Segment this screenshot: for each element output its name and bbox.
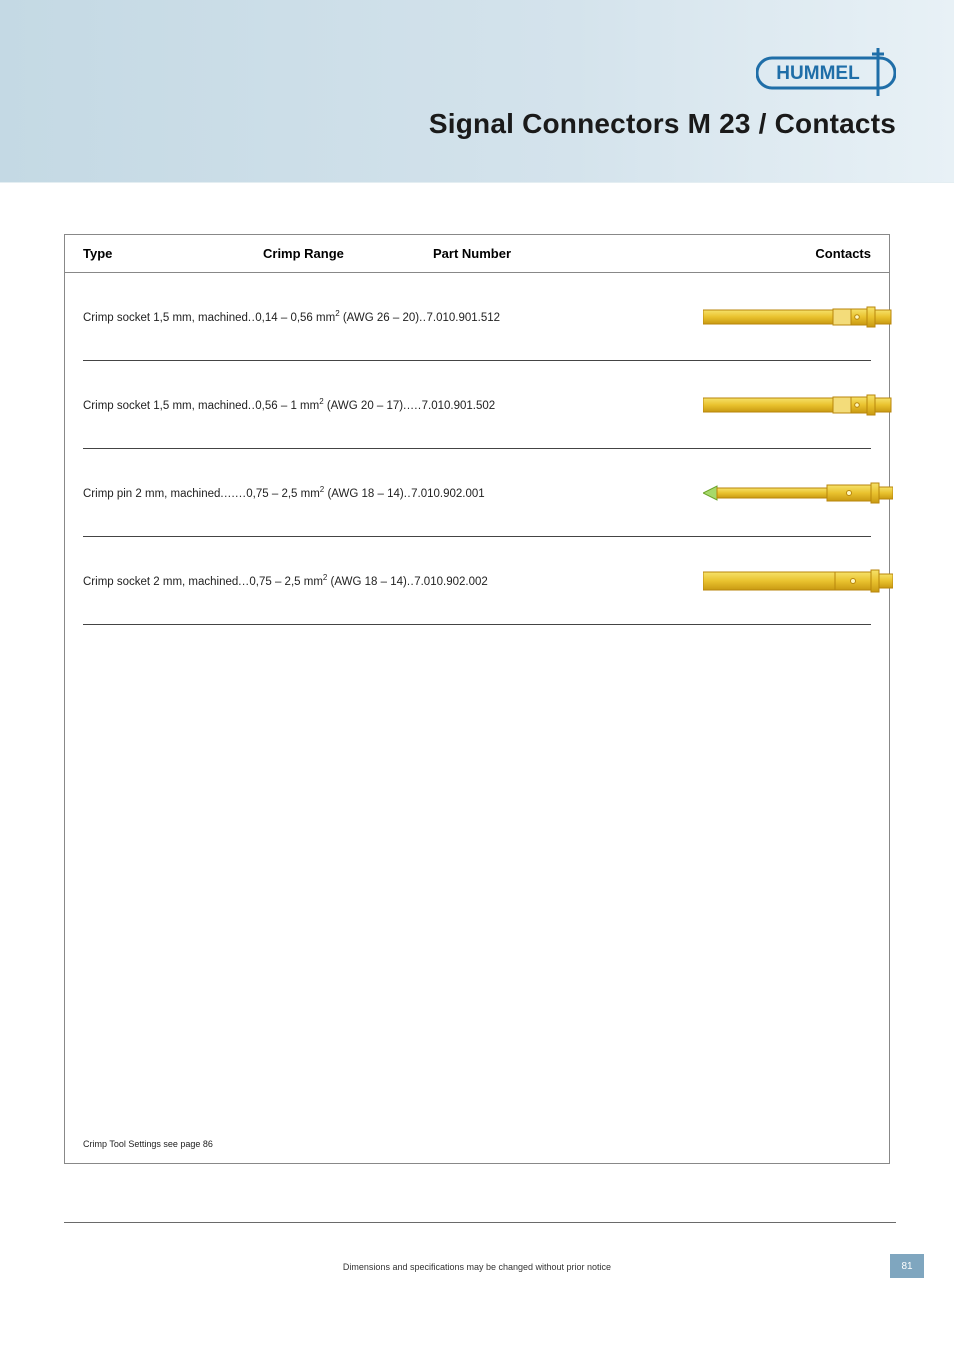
cell-crimp-range: 0,75 – 2,5 mm2 (AWG 18 – 14) <box>246 485 403 500</box>
footer-text: Dimensions and specifications may be cha… <box>0 1262 954 1272</box>
content-table: Type Crimp Range Part Number Contacts Cr… <box>64 234 890 1164</box>
leader-dots: .. <box>407 576 414 588</box>
cell-type: Crimp socket 1,5 mm, machined <box>83 400 248 412</box>
table-row: Crimp pin 2 mm, machined .......0,75 – 2… <box>83 449 871 537</box>
table-body: Crimp socket 1,5 mm, machined..0,14 – 0,… <box>65 273 889 625</box>
row-text: Crimp socket 2 mm, machined ...0,75 – 2,… <box>83 573 703 588</box>
contact-illustration <box>703 391 895 419</box>
cell-crimp-range: 0,56 – 1 mm2 (AWG 20 – 17) <box>255 397 403 412</box>
col-header-type: Type <box>83 246 263 261</box>
col-header-contacts: Contacts <box>761 246 871 261</box>
leader-dots: ....... <box>220 488 246 500</box>
table-header-row: Type Crimp Range Part Number Contacts <box>65 235 889 273</box>
cell-part-number: 7.010.901.512 <box>427 312 501 324</box>
leader-dots: .. <box>404 488 411 500</box>
leader-dots: .. <box>419 312 426 324</box>
row-text: Crimp socket 1,5 mm, machined..0,14 – 0,… <box>83 309 703 324</box>
page-number: 81 <box>890 1254 924 1278</box>
brand-logo: HUMMEL <box>756 46 896 103</box>
cell-type: Crimp pin 2 mm, machined <box>83 488 220 500</box>
leader-dots: ... <box>238 576 249 588</box>
col-header-part-number: Part Number <box>433 246 603 261</box>
cell-part-number: 7.010.902.001 <box>411 488 485 500</box>
footer-divider <box>64 1222 896 1223</box>
contact-illustration <box>703 303 895 331</box>
page: HUMMEL Signal Connectors M 23 / Contacts… <box>0 0 954 1350</box>
table-row: Crimp socket 2 mm, machined ...0,75 – 2,… <box>83 537 871 625</box>
contact-illustration <box>703 566 895 596</box>
leader-dots: ..... <box>403 400 421 412</box>
cell-part-number: 7.010.901.502 <box>422 400 496 412</box>
contact-illustration <box>703 478 895 508</box>
cell-type: Crimp socket 1,5 mm, machined <box>83 312 248 324</box>
cell-crimp-range: 0,75 – 2,5 mm2 (AWG 18 – 14) <box>249 573 406 588</box>
leader-dots: .. <box>248 312 255 324</box>
row-text: Crimp pin 2 mm, machined .......0,75 – 2… <box>83 485 703 500</box>
table-row: Crimp socket 1,5 mm, machined..0,14 – 0,… <box>83 273 871 361</box>
page-title: Signal Connectors M 23 / Contacts <box>429 108 896 140</box>
col-header-crimp-range: Crimp Range <box>263 246 433 261</box>
row-text: Crimp socket 1,5 mm, machined..0,56 – 1 … <box>83 397 703 412</box>
cell-part-number: 7.010.902.002 <box>414 576 488 588</box>
footnote: Crimp Tool Settings see page 86 <box>83 1139 213 1149</box>
leader-dots: .. <box>248 400 255 412</box>
table-row: Crimp socket 1,5 mm, machined..0,56 – 1 … <box>83 361 871 449</box>
cell-type: Crimp socket 2 mm, machined <box>83 576 238 588</box>
cell-crimp-range: 0,14 – 0,56 mm2 (AWG 26 – 20) <box>255 309 419 324</box>
brand-text: HUMMEL <box>776 63 860 84</box>
